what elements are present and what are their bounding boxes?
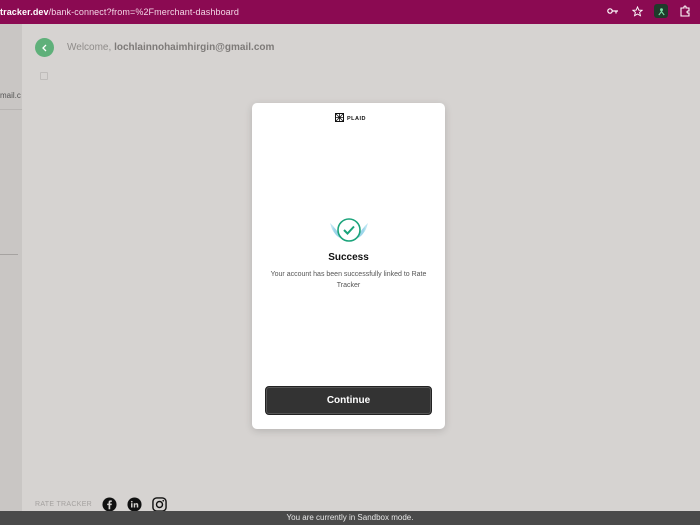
plaid-logo-text: PLAID [347, 115, 366, 122]
extensions-puzzle-icon[interactable] [678, 4, 692, 18]
url-path: /bank-connect?from=%2Fmerchant-dashboard [48, 7, 239, 17]
success-title: Success [328, 252, 369, 263]
welcome-prefix: Welcome, [67, 42, 112, 53]
url-host: tracker.dev [0, 7, 49, 17]
sidebar-divider [0, 109, 22, 110]
sandbox-mode-banner: You are currently in Sandbox mode. [0, 511, 700, 525]
browser-address-bar: tracker.dev/bank-connect?from=%2Fmerchan… [0, 0, 700, 24]
footer-brand: RATE TRACKER [35, 501, 93, 508]
back-button[interactable] [35, 38, 54, 57]
bookmark-star-icon[interactable] [630, 4, 644, 18]
continue-button[interactable]: Continue [265, 386, 432, 415]
key-icon[interactable] [606, 4, 620, 18]
sidebar-divider [0, 254, 18, 255]
plaid-logo: PLAID [335, 113, 366, 124]
success-description: Your account has been successfully linke… [270, 271, 427, 289]
welcome-text: Welcome, lochlainnohaimhirgin@gmail.com [67, 42, 274, 53]
sidebar-email: mail.c [0, 91, 21, 100]
chevron-left-icon [41, 39, 49, 57]
linkedin-icon[interactable] [127, 497, 142, 512]
instagram-icon[interactable] [152, 497, 167, 512]
success-check-icon [327, 215, 371, 245]
extension-badge-icon[interactable] [654, 4, 668, 18]
browser-actions [606, 4, 692, 18]
checkbox-icon [40, 72, 48, 80]
plaid-success-modal: PLAID Success Your account has been succ… [252, 103, 445, 429]
plaid-logo-icon [335, 113, 344, 124]
address-url[interactable]: tracker.dev/bank-connect?from=%2Fmerchan… [0, 7, 239, 17]
user-email: lochlainnohaimhirgin@gmail.com [114, 42, 275, 53]
sidebar: mail.c [0, 24, 22, 511]
facebook-icon[interactable] [102, 497, 117, 512]
